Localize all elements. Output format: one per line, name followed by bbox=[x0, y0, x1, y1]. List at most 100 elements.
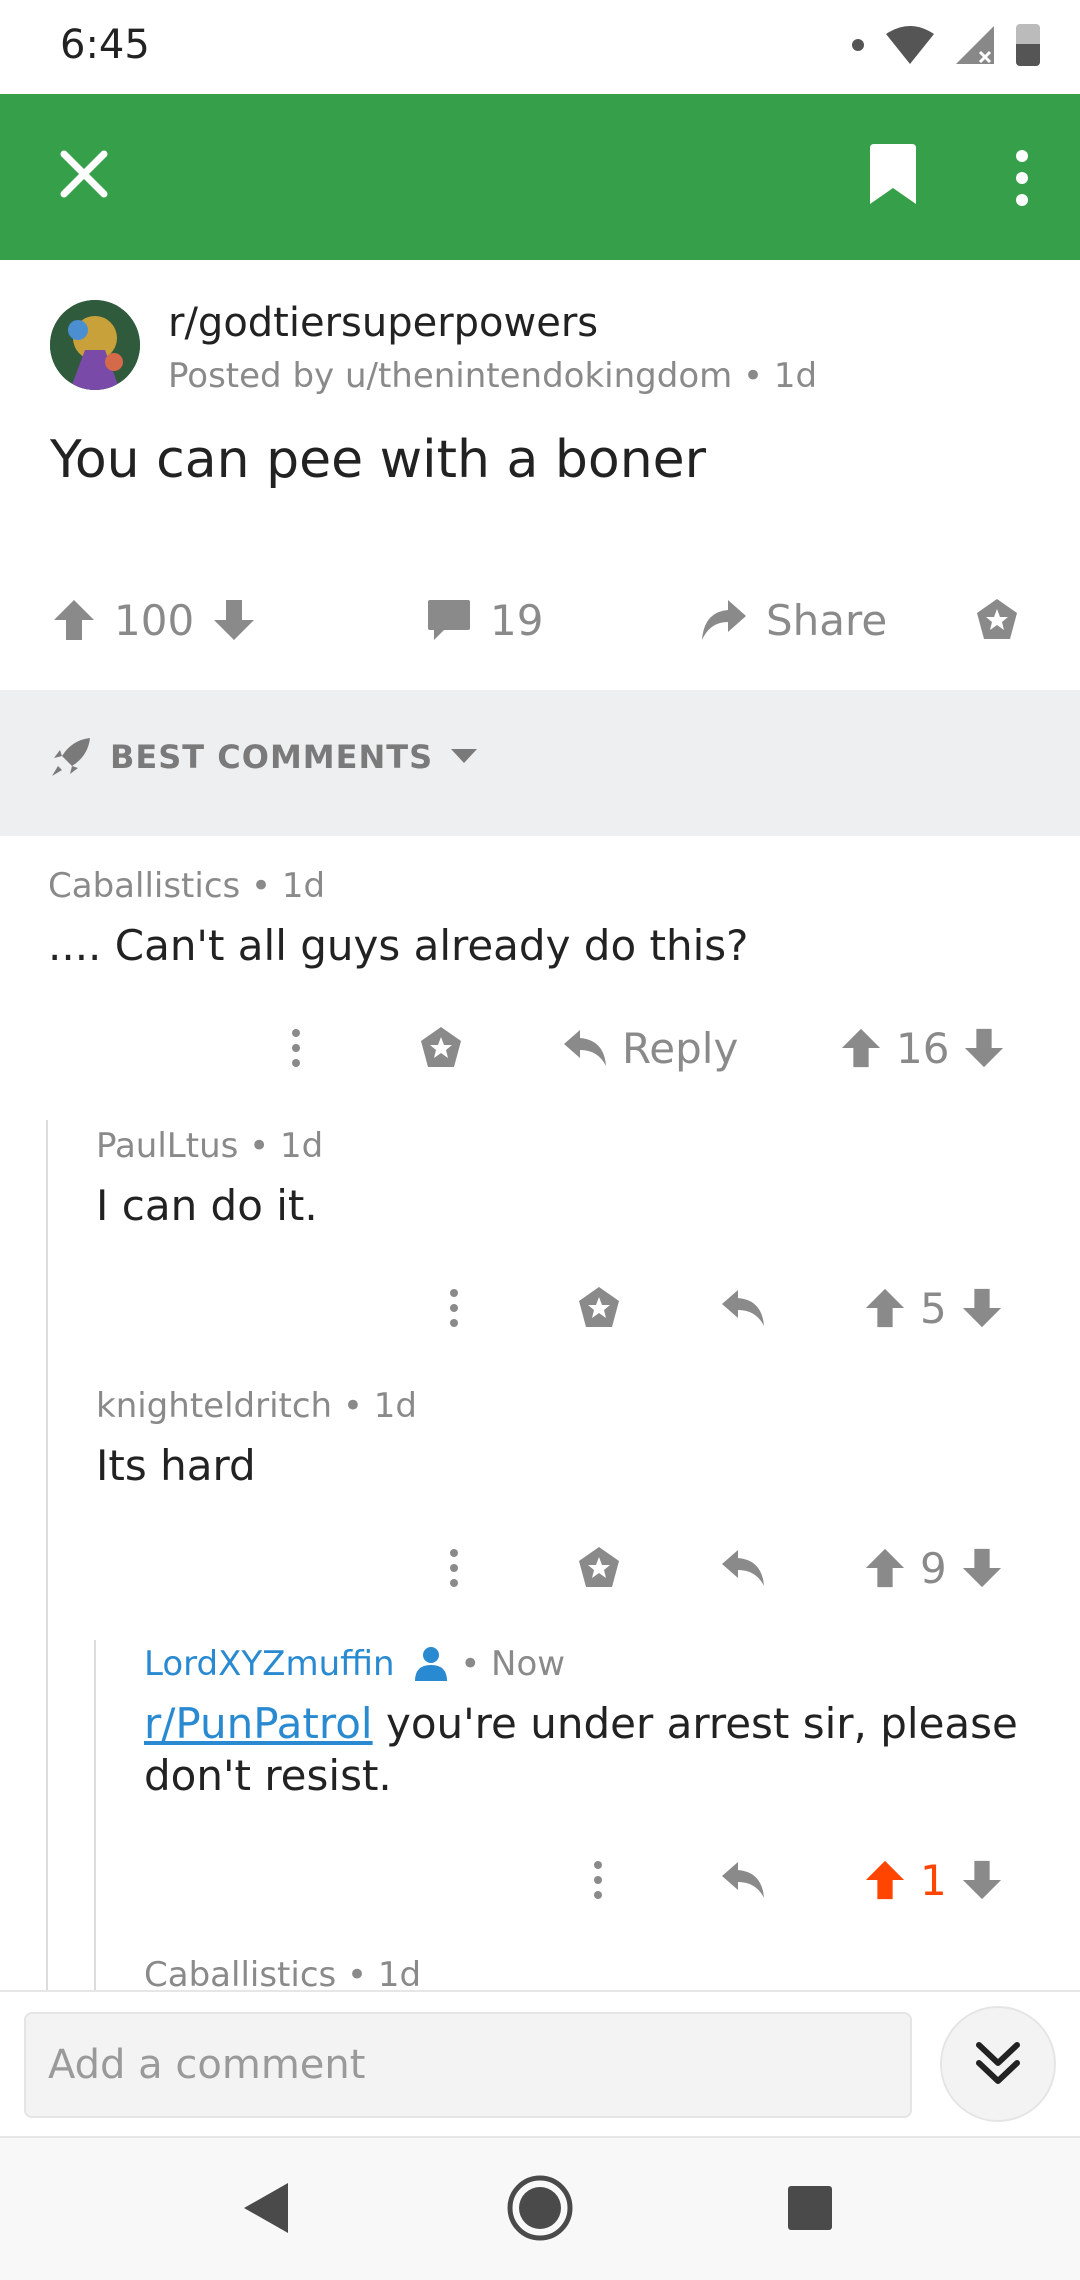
close-icon[interactable] bbox=[54, 144, 114, 204]
award-icon bbox=[977, 599, 1017, 639]
comment-award-button[interactable] bbox=[576, 1533, 622, 1603]
comment-actions: 9 bbox=[0, 1533, 1080, 1603]
comment: Caballistics • 1d bbox=[144, 1955, 1034, 1990]
comment-input[interactable] bbox=[24, 2012, 912, 2118]
comment-score: 16 bbox=[896, 1023, 950, 1073]
comment-meta[interactable]: knighteldritch • 1d bbox=[96, 1386, 1036, 1426]
comment-more-button[interactable] bbox=[448, 1273, 460, 1343]
chevrons-down-icon bbox=[976, 2042, 1020, 2084]
rocket-icon bbox=[52, 738, 90, 776]
reply-button[interactable]: Reply bbox=[562, 1013, 738, 1083]
reply-button[interactable] bbox=[720, 1533, 766, 1603]
reply-icon bbox=[722, 1290, 764, 1326]
comment-more-button[interactable] bbox=[290, 1013, 302, 1083]
comment: Caballistics • 1d .... Can't all guys al… bbox=[48, 866, 1038, 972]
comment-body: r/PunPatrol you're under arrest sir, ple… bbox=[144, 1698, 1034, 1802]
comment: PaulLtus • 1d I can do it. bbox=[96, 1126, 1036, 1232]
award-icon bbox=[579, 1547, 619, 1587]
downvote-icon[interactable] bbox=[212, 598, 256, 642]
post-title: You can pee with a boner bbox=[50, 430, 707, 490]
nav-back-button[interactable] bbox=[226, 2168, 306, 2248]
comment-vote-group: 1 bbox=[864, 1845, 1003, 1915]
comment-sort-bar[interactable]: BEST COMMENTS bbox=[0, 690, 1080, 836]
reply-label: Reply bbox=[622, 1023, 739, 1073]
reply-button[interactable] bbox=[720, 1273, 766, 1343]
post-score: 100 bbox=[114, 595, 195, 645]
comment: LordXYZmuffin • Now r/PunPatrol you're u… bbox=[144, 1644, 1034, 1802]
chevron-down-icon bbox=[451, 749, 478, 763]
back-icon bbox=[244, 2183, 288, 2233]
comment-score: 5 bbox=[920, 1283, 947, 1333]
reply-button[interactable] bbox=[720, 1845, 766, 1915]
comment-award-button[interactable] bbox=[418, 1013, 464, 1083]
upvote-icon[interactable] bbox=[864, 1287, 906, 1329]
comment-score: 1 bbox=[920, 1855, 947, 1905]
comment-meta: LordXYZmuffin • Now bbox=[144, 1644, 1034, 1684]
comment: knighteldritch • 1d Its hard bbox=[96, 1386, 1036, 1492]
post-header: r/godtiersuperpowers Posted by u/thenint… bbox=[50, 300, 1030, 396]
status-bar: 6:45 bbox=[0, 0, 1080, 94]
top-toolbar bbox=[0, 94, 1080, 260]
downvote-icon[interactable] bbox=[961, 1547, 1003, 1589]
upvote-icon[interactable] bbox=[864, 1547, 906, 1589]
share-label: Share bbox=[766, 595, 888, 645]
comment-vote-group: 9 bbox=[864, 1533, 1003, 1603]
subreddit-avatar[interactable] bbox=[50, 300, 140, 390]
share-icon bbox=[702, 600, 746, 640]
reply-icon bbox=[722, 1550, 764, 1586]
subreddit-link[interactable]: r/PunPatrol bbox=[144, 1699, 373, 1748]
comment-more-button[interactable] bbox=[448, 1533, 460, 1603]
system-nav-bar bbox=[0, 2138, 1080, 2280]
downvote-icon[interactable] bbox=[961, 1859, 1003, 1901]
bookmark-icon[interactable] bbox=[866, 144, 920, 206]
comment-body: .... Can't all guys already do this? bbox=[48, 921, 749, 970]
notification-dot-icon bbox=[852, 39, 864, 51]
more-vert-icon bbox=[594, 1861, 602, 1899]
post-actions: 100 19 Share bbox=[0, 580, 1080, 660]
thread-line bbox=[94, 1640, 96, 1990]
nav-home-button[interactable] bbox=[500, 2168, 580, 2248]
upvote-icon[interactable] bbox=[840, 1027, 882, 1069]
downvote-icon[interactable] bbox=[963, 1027, 1005, 1069]
user-icon bbox=[415, 1647, 448, 1681]
nav-recents-button[interactable] bbox=[770, 2168, 850, 2248]
comment-time: • Now bbox=[460, 1644, 566, 1684]
next-comment-button[interactable] bbox=[940, 2006, 1056, 2122]
comment-meta[interactable]: PaulLtus • 1d bbox=[96, 1126, 1036, 1166]
comment-meta[interactable]: Caballistics • 1d bbox=[144, 1955, 1034, 1990]
post-comments-count: 19 bbox=[490, 595, 544, 645]
post-comments-button[interactable]: 19 bbox=[426, 580, 543, 660]
comment-actions: 5 bbox=[0, 1273, 1080, 1343]
subreddit-name[interactable]: r/godtiersuperpowers bbox=[168, 300, 598, 346]
sort-label: BEST COMMENTS bbox=[110, 738, 434, 776]
reply-icon bbox=[722, 1862, 764, 1898]
more-vert-icon bbox=[450, 1549, 458, 1587]
downvote-icon[interactable] bbox=[961, 1287, 1003, 1329]
share-button[interactable]: Share bbox=[700, 580, 887, 660]
reply-icon bbox=[564, 1030, 606, 1066]
comment-icon bbox=[428, 600, 470, 640]
comment-meta[interactable]: Caballistics • 1d bbox=[48, 866, 1038, 906]
subreddit-avatar-image bbox=[50, 300, 140, 390]
status-time: 6:45 bbox=[60, 22, 150, 68]
comment-more-button[interactable] bbox=[592, 1845, 604, 1915]
comment-author[interactable]: LordXYZmuffin bbox=[144, 1644, 395, 1684]
upvote-icon[interactable] bbox=[52, 598, 96, 642]
comment-vote-group: 5 bbox=[864, 1273, 1003, 1343]
comment-actions: Reply 16 bbox=[0, 1013, 1080, 1083]
comment-actions: 1 bbox=[0, 1845, 1080, 1915]
comment-award-button[interactable] bbox=[576, 1273, 622, 1343]
more-vert-icon bbox=[292, 1029, 300, 1067]
recents-icon bbox=[788, 2186, 832, 2230]
more-vert-icon[interactable] bbox=[1014, 150, 1030, 206]
comment-input-bar bbox=[0, 1990, 1080, 2138]
status-icons bbox=[852, 24, 1040, 66]
award-button[interactable] bbox=[974, 580, 1020, 660]
comment-score: 9 bbox=[920, 1543, 947, 1593]
post-author-meta[interactable]: Posted by u/thenintendokingdom • 1d bbox=[168, 356, 817, 396]
battery-icon bbox=[1016, 24, 1040, 66]
upvote-icon[interactable] bbox=[864, 1859, 906, 1901]
sort-selector[interactable]: BEST COMMENTS bbox=[50, 736, 478, 778]
signal-icon bbox=[956, 26, 994, 64]
award-icon bbox=[421, 1027, 461, 1067]
